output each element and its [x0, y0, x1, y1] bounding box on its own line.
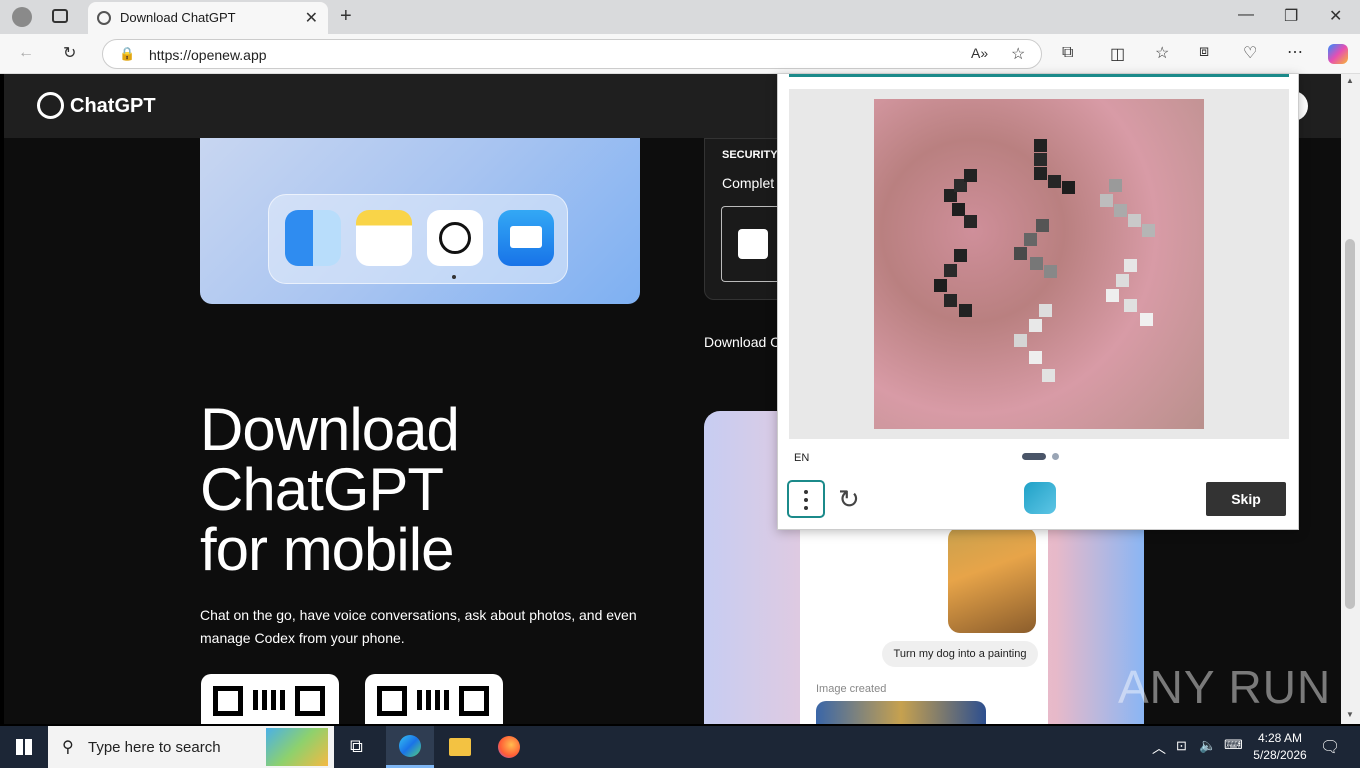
minimize-icon[interactable]: — [1238, 6, 1254, 24]
dock-indicator [452, 275, 456, 279]
captcha-progress-dots [1022, 453, 1062, 461]
security-label: SECURITY [722, 149, 778, 161]
edge-taskbar-icon[interactable] [386, 726, 434, 768]
scroll-thumb[interactable] [1345, 239, 1355, 609]
refresh-icon[interactable]: ↻ [63, 43, 76, 63]
image-created-label: Image created [816, 683, 887, 695]
restore-icon[interactable]: ❐ [1284, 6, 1298, 26]
tab-bar: Download ChatGPT ✕ + — ❐ ✕ [0, 0, 1360, 34]
anyrun-watermark: ANY RUN [1118, 661, 1332, 713]
lock-icon: 🔒 [119, 46, 136, 61]
mail-icon [498, 210, 554, 266]
site-logo-text[interactable]: ChatGPT [70, 95, 156, 118]
tab-close-icon[interactable]: ✕ [305, 8, 318, 28]
captcha-refresh-icon[interactable]: ↻ [838, 484, 860, 515]
taskbar-clock[interactable]: 4:28 AM 5/28/2026 [1250, 730, 1310, 764]
browser-essentials-icon[interactable]: ♡ [1243, 43, 1257, 63]
taskbar-search[interactable]: ⚲ Type here to search [48, 726, 334, 768]
painting-image [816, 701, 986, 724]
split-screen-icon[interactable]: ◫ [1110, 44, 1125, 64]
search-placeholder: Type here to search [88, 739, 221, 756]
url-field[interactable]: 🔒 https://openew.app A» ☆ [102, 39, 1042, 69]
scroll-up-icon[interactable]: ▲ [1346, 76, 1354, 85]
mac-dock-illustration [200, 138, 640, 304]
favorites-icon[interactable]: ☆ [1155, 43, 1169, 63]
finder-icon [285, 210, 341, 266]
page-description: Chat on the go, have voice conversations… [200, 607, 637, 646]
search-icon: ⚲ [62, 739, 74, 756]
start-windows-icon[interactable] [16, 739, 32, 755]
new-tab-icon[interactable]: + [340, 5, 352, 28]
read-aloud-icon[interactable]: A» [971, 45, 988, 61]
task-view-icon[interactable]: ⧉ [350, 736, 363, 757]
file-explorer-icon[interactable] [449, 738, 471, 756]
captcha-challenge-area [789, 89, 1289, 439]
captcha-language[interactable]: EN [794, 452, 809, 464]
ime-icon[interactable]: ⌨ [1224, 737, 1243, 753]
chat-bubble: Turn my dog into a painting [882, 641, 1038, 667]
dog-photo [948, 527, 1036, 633]
heading-line-3: for mobile [200, 516, 454, 583]
captcha-menu-button[interactable] [787, 480, 825, 518]
captcha-image[interactable] [874, 99, 1204, 429]
heading-line-2: ChatGPT [200, 456, 444, 523]
tab-download-chatgpt[interactable]: Download ChatGPT ✕ [88, 2, 328, 34]
qr-code-ios[interactable] [201, 674, 339, 724]
hcaptcha-logo-icon[interactable] [1024, 482, 1056, 514]
url-text: https://openew.app [149, 47, 267, 63]
captcha-popup: EN ↻ Skip [777, 74, 1299, 530]
chatgpt-app-icon [427, 210, 483, 266]
clock-date: 5/28/2026 [1253, 748, 1307, 762]
close-window-icon[interactable]: ✕ [1329, 6, 1342, 26]
page-scrollbar[interactable]: ▲ ▼ [1341, 74, 1360, 724]
copilot-icon[interactable] [1328, 44, 1348, 64]
captcha-top-bar [789, 74, 1289, 77]
page-heading: Download ChatGPT for mobile [200, 396, 460, 583]
tray-chevron-icon[interactable]: ︿ [1152, 738, 1166, 758]
search-highlight-image [266, 728, 328, 766]
back-icon[interactable]: ← [18, 44, 34, 62]
qr-code-android[interactable] [365, 674, 503, 724]
extensions-icon[interactable]: ⧉ [1062, 44, 1073, 62]
captcha-skip-button[interactable]: Skip [1206, 482, 1286, 516]
openai-logo-icon[interactable] [37, 92, 64, 119]
download-link[interactable]: Download C [704, 334, 780, 350]
favorite-star-icon[interactable]: ☆ [1011, 44, 1025, 64]
scroll-down-icon[interactable]: ▼ [1346, 710, 1354, 719]
tab-title: Download ChatGPT [120, 10, 236, 25]
windows-taskbar: ⚲ Type here to search ⧉ ︿ ⊡ 🔈 ⌨ 4:28 AM … [0, 726, 1360, 768]
security-text: Complet [722, 175, 775, 191]
tab-actions-icon[interactable] [52, 9, 68, 23]
dock [268, 194, 568, 284]
collections-icon[interactable]: ⧈ [1199, 43, 1209, 61]
network-icon[interactable]: ⊡ [1176, 738, 1187, 754]
firefox-icon[interactable] [498, 736, 520, 758]
notes-icon [356, 210, 412, 266]
profile-icon[interactable] [12, 7, 32, 27]
address-bar-row: ← ↻ 🔒 https://openew.app A» ☆ ⧉ ◫ ☆ ⧈ ♡ … [0, 34, 1360, 74]
notifications-icon[interactable]: 🗨 [1320, 737, 1340, 757]
more-menu-icon[interactable]: ⋯ [1287, 42, 1303, 62]
tab-favicon-icon [97, 11, 111, 25]
heading-line-1: Download [200, 396, 460, 463]
volume-icon[interactable]: 🔈 [1199, 737, 1216, 754]
clock-time: 4:28 AM [1257, 731, 1303, 745]
